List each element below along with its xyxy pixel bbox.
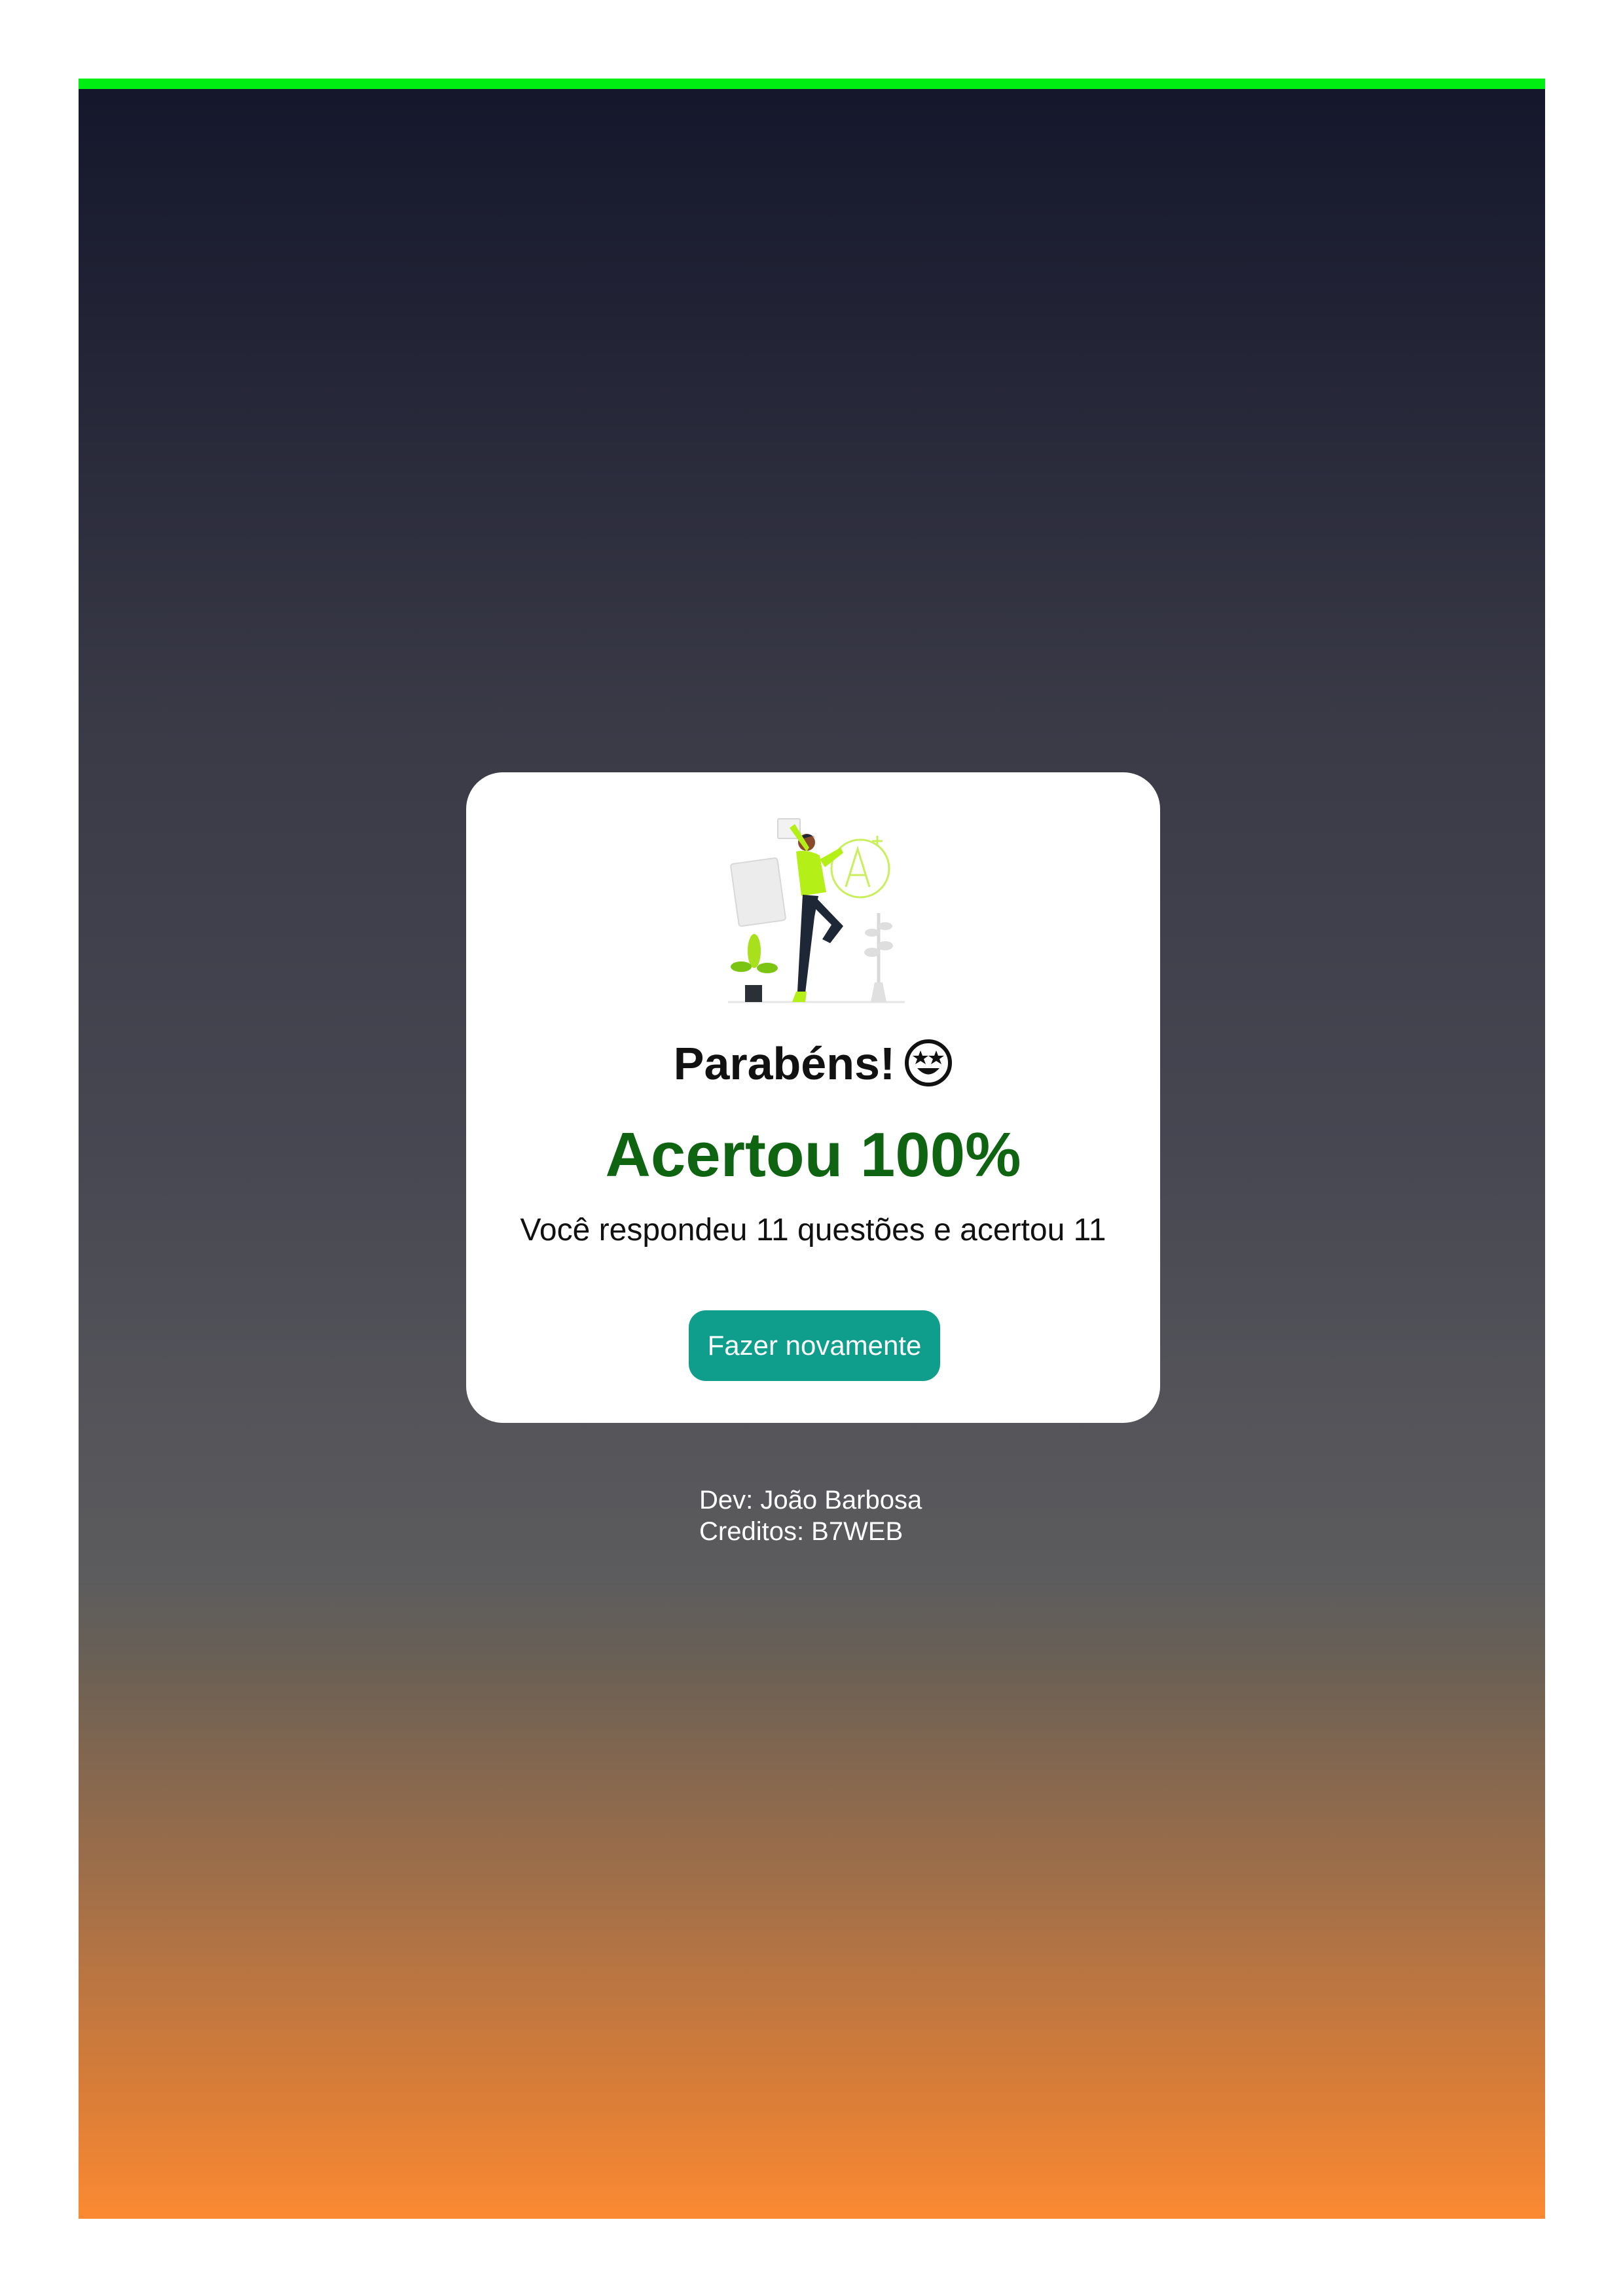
retry-button[interactable]: Fazer novamente <box>689 1310 940 1381</box>
result-title-text: Parabéns! <box>673 1038 896 1089</box>
quiz-page: Parabéns! Acertou 100% Você respondeu 11… <box>79 79 1545 2219</box>
star-struck-face-icon <box>905 1039 953 1086</box>
answers-summary: Você respondeu 11 questões e acertou 11 <box>520 1213 1106 1247</box>
developer-credit: Dev: João Barbosa <box>699 1486 922 1515</box>
student-celebrating-illustration <box>728 818 905 1003</box>
progress-bar <box>79 79 1545 89</box>
footer-credits: Dev: João Barbosa Creditos: B7WEB <box>699 1484 922 1547</box>
result-card: Parabéns! Acertou 100% Você respondeu 11… <box>466 772 1160 1423</box>
progress-bar-fill <box>79 79 1545 89</box>
source-credit: Creditos: B7WEB <box>699 1517 903 1546</box>
score-percentage: Acertou 100% <box>605 1120 1021 1190</box>
result-title: Parabéns! <box>466 1037 1160 1090</box>
